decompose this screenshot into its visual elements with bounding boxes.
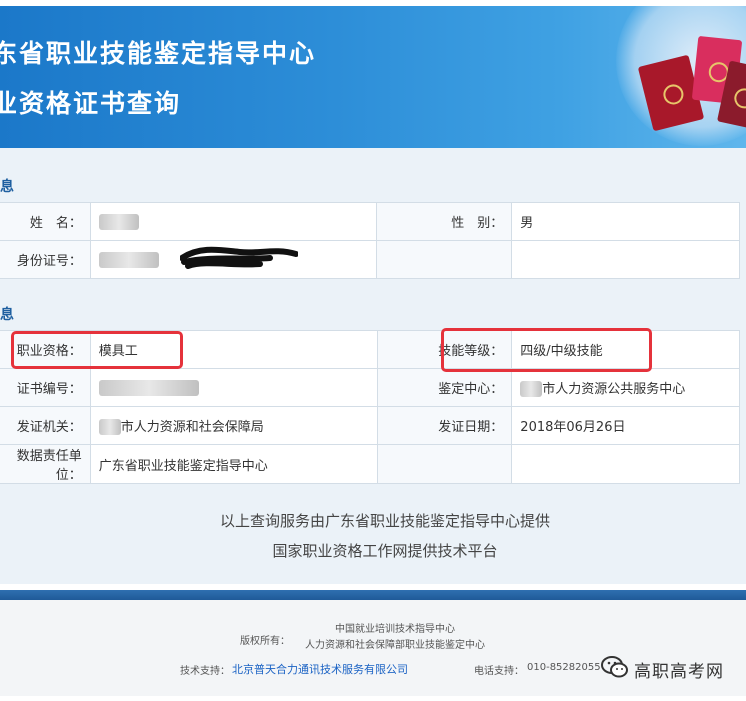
- redaction-scribble: [180, 246, 298, 269]
- section-title-certificate: 息: [0, 307, 14, 323]
- header-banner: 东省职业技能鉴定指导中心 业资格证书查询: [0, 6, 746, 148]
- platform-note: 国家职业资格工作网提供技术平台: [272, 542, 498, 560]
- highlight-box-skill-level: [441, 328, 652, 372]
- gender-value: 男: [511, 202, 740, 241]
- copyright-footer: 版权所有： 中国就业培训技术指导中心 人力资源和社会保障部职业技能鉴定中心 技术…: [0, 600, 746, 696]
- issuer-label: 发证机关：: [0, 406, 91, 445]
- issuer-text: 市人力资源和社会保障局: [120, 419, 264, 435]
- data-unit-value: 广东省职业技能鉴定指导中心: [89, 444, 378, 484]
- table-row: 数据责任单位： 广东省职业技能鉴定指导中心: [0, 444, 740, 484]
- header-title-line2: 业资格证书查询: [0, 89, 182, 118]
- phone-label: 电话支持：: [474, 666, 524, 677]
- empty-cell: [511, 444, 740, 484]
- empty-cell: [511, 240, 740, 279]
- highlight-box-qualification: [11, 331, 183, 369]
- phone-value: 010-85282055: [527, 662, 601, 673]
- copyright-owner-1: 中国就业培训技术指导中心: [335, 624, 455, 635]
- service-note: 以上查询服务由广东省职业技能鉴定指导中心提供: [219, 512, 550, 530]
- cert-no-value: [89, 368, 378, 407]
- appraisal-center-label: 鉴定中心：: [376, 368, 513, 407]
- query-page: 东省职业技能鉴定指导中心 业资格证书查询 息 姓 名： 性 别： 男 身份证号：: [0, 6, 746, 696]
- data-unit-label: 数据责任单位：: [0, 444, 91, 484]
- table-row: 证书编号： 鉴定中心： 市人力资源公共服务中心: [0, 368, 740, 407]
- support-label: 技术支持：: [180, 666, 230, 677]
- id-label: 身份证号：: [0, 240, 91, 279]
- issuer-value: 市人力资源和社会保障局: [89, 406, 378, 445]
- name-label: 姓 名：: [0, 202, 91, 241]
- appraisal-center-text: 市人力资源公共服务中心: [542, 381, 686, 397]
- table-row: 姓 名： 性 别： 男: [0, 202, 740, 241]
- copyright-owner-2: 人力资源和社会保障部职业技能鉴定中心: [305, 640, 485, 651]
- personal-info-table: 姓 名： 性 别： 男 身份证号：: [0, 202, 740, 279]
- appraisal-center-value: 市人力资源公共服务中心: [511, 368, 740, 407]
- cert-no-label: 证书编号：: [0, 368, 91, 407]
- wechat-icon: [601, 656, 628, 678]
- empty-cell: [376, 240, 513, 279]
- support-link[interactable]: 北京普天合力通讯技术服务有限公司: [232, 661, 408, 677]
- watermark-text: 高职高考网: [634, 662, 724, 682]
- gender-label: 性 别：: [376, 202, 513, 241]
- issue-date-value: 2018年06月26日: [511, 406, 740, 445]
- header-title-line1: 东省职业技能鉴定指导中心: [0, 39, 317, 68]
- table-row: 身份证号：: [0, 240, 740, 279]
- copyright-label: 版权所有：: [240, 636, 290, 647]
- section-title-personal: 息: [0, 179, 14, 195]
- table-row: 发证机关： 市人力资源和社会保障局 发证日期： 2018年06月26日: [0, 406, 740, 445]
- empty-cell: [376, 444, 513, 484]
- content-area: 息 姓 名： 性 别： 男 身份证号： 息 职业资格： 模具工 技能等级： 四级…: [0, 148, 746, 584]
- name-value: [89, 202, 378, 241]
- issue-date-label: 发证日期：: [376, 406, 513, 445]
- divider-band: [0, 590, 746, 600]
